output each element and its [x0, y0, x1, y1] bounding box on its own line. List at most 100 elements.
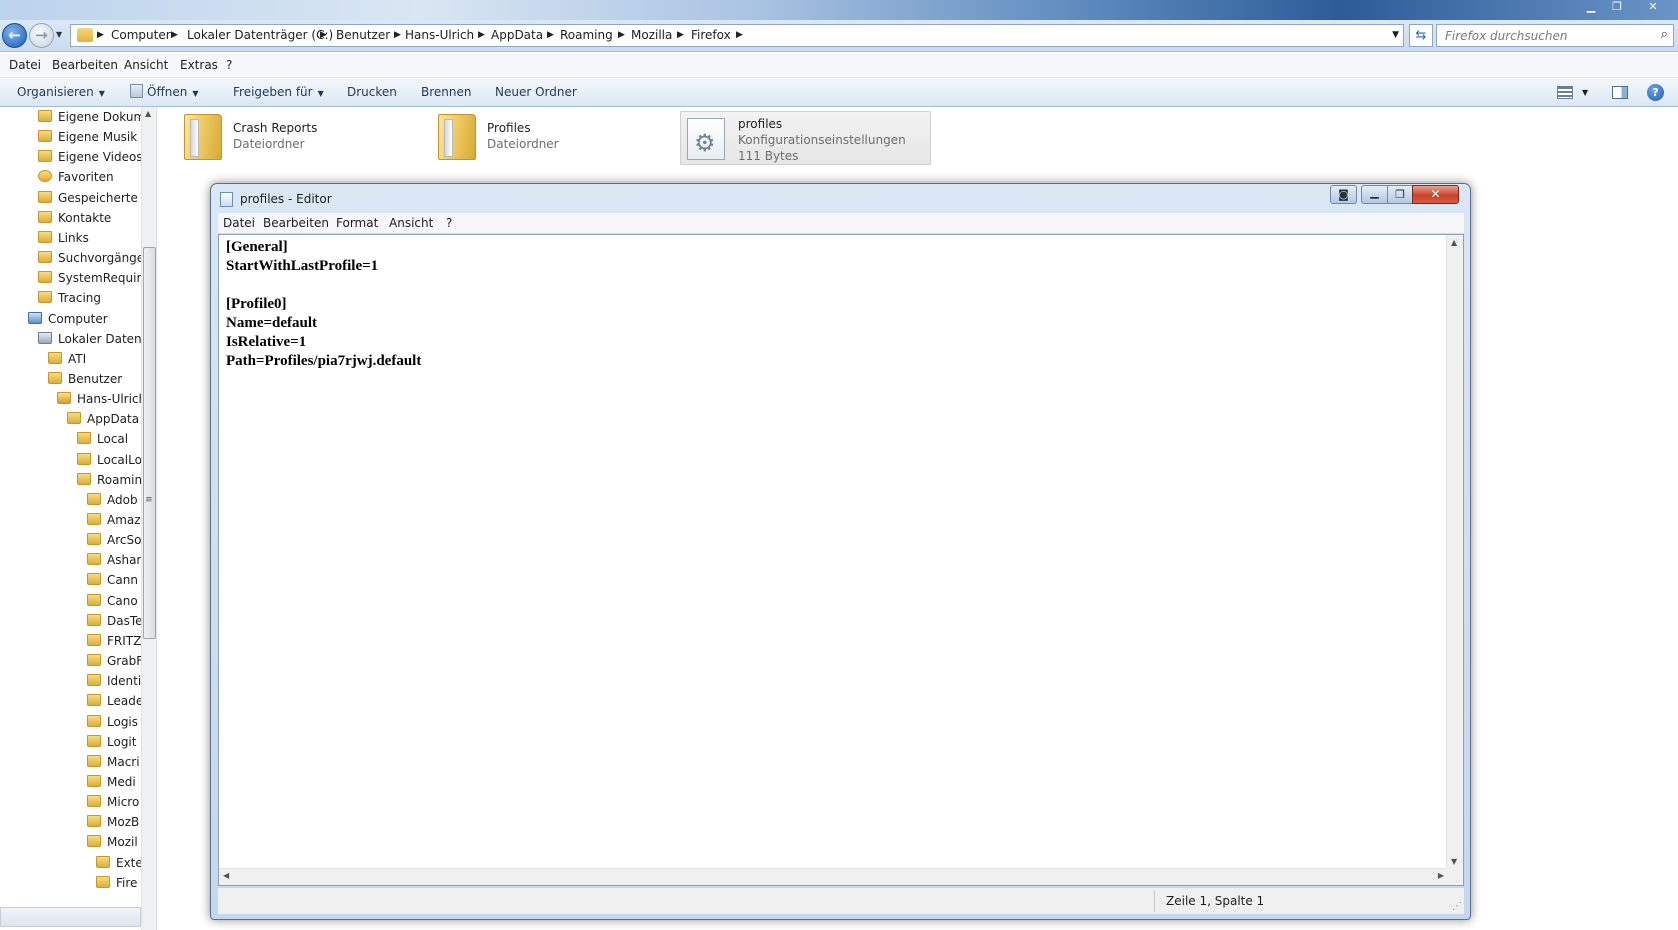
minimize-button[interactable]: ▁	[1361, 185, 1388, 204]
open-button[interactable]: Öffnen ▼	[130, 78, 198, 107]
file-item-crash-reports[interactable]: Crash Reports Dateiordner	[176, 112, 406, 164]
scroll-left-icon[interactable]: ◀	[223, 871, 229, 880]
menu-help[interactable]: ?	[446, 213, 452, 234]
tree-item[interactable]: ArcSo	[87, 530, 141, 551]
breadcrumb-firefox[interactable]: Firefox	[691, 25, 731, 46]
file-item-profiles-ini[interactable]: profiles Konfigurationseinstellungen 111…	[680, 111, 931, 165]
help-icon[interactable]: ?	[1647, 84, 1664, 101]
minimize-button[interactable]: ▁	[1578, 0, 1604, 15]
camera-icon[interactable]: ◙	[1330, 185, 1357, 204]
chevron-right-icon[interactable]: ▶	[478, 25, 485, 46]
scroll-up-icon[interactable]: ▲	[145, 109, 151, 118]
tree-item[interactable]: Kontakte	[38, 208, 141, 229]
tree-item[interactable]: Logis	[87, 712, 141, 733]
breadcrumb-computer[interactable]: Computer	[111, 25, 171, 46]
close-button[interactable]: ✕	[1638, 0, 1668, 15]
tree-item[interactable]: Benutzer	[48, 369, 141, 390]
editor-text[interactable]: [General] StartWithLastProfile=1 [Profil…	[226, 238, 421, 371]
menu-bearbeiten[interactable]: Bearbeiten	[263, 213, 329, 234]
scroll-right-icon[interactable]: ▶	[1438, 871, 1444, 880]
chevron-right-icon[interactable]: ▶	[618, 25, 625, 46]
text-editor-area[interactable]: [General] StartWithLastProfile=1 [Profil…	[218, 234, 1464, 886]
chevron-right-icon[interactable]: ▶	[547, 25, 554, 46]
forward-button[interactable]: →	[29, 23, 54, 48]
tree-item[interactable]: Tracing	[38, 288, 141, 309]
tree-item[interactable]: LocalLo	[77, 450, 141, 471]
breadcrumb-roaming[interactable]: Roaming	[560, 25, 613, 46]
nav-scrollbar[interactable]: ▲ ≡	[141, 107, 156, 930]
chevron-right-icon[interactable]: ▶	[97, 25, 104, 46]
file-item-profiles-folder[interactable]: Profiles Dateiordner	[430, 112, 660, 164]
tree-item[interactable]: Gespeicherte Sp	[38, 188, 141, 209]
tree-item[interactable]: Hans-Ulrich	[57, 389, 141, 410]
chevron-right-icon[interactable]: ▶	[320, 25, 327, 46]
tree-item[interactable]: Fire	[96, 873, 141, 894]
breadcrumb-mozilla[interactable]: Mozilla	[631, 25, 672, 46]
tree-item[interactable]: AppData	[67, 409, 141, 430]
menu-extras[interactable]: Extras	[180, 53, 218, 78]
address-history-dropdown[interactable]: ▼	[1392, 25, 1399, 46]
tree-item[interactable]: Logit	[87, 732, 141, 753]
tree-item[interactable]: DasTe	[87, 611, 141, 632]
search-input[interactable]	[1437, 25, 1647, 46]
chevron-right-icon[interactable]: ▶	[394, 25, 401, 46]
tree-item[interactable]: Macri	[87, 752, 141, 773]
print-button[interactable]: Drucken	[347, 78, 397, 107]
tree-item[interactable]: ATI	[48, 349, 141, 370]
scroll-thumb[interactable]	[143, 247, 156, 639]
chevron-down-icon[interactable]: ▼	[1582, 78, 1588, 107]
tree-item[interactable]: Exte	[96, 853, 141, 874]
tree-item[interactable]: FRITZ	[87, 631, 141, 652]
tree-item[interactable]: Computer	[28, 309, 141, 330]
recent-pages-dropdown[interactable]: ▼	[56, 30, 62, 39]
tree-item[interactable]: Cann	[87, 570, 141, 591]
search-icon[interactable]: ⌕	[1661, 27, 1668, 42]
refresh-button[interactable]: ⇆	[1409, 24, 1433, 47]
back-button[interactable]: ←	[2, 23, 27, 48]
preview-pane-icon[interactable]	[1612, 86, 1628, 99]
breadcrumb-drive[interactable]: Lokaler Datenträger (C:)	[187, 25, 333, 46]
tree-item[interactable]: MozB	[87, 812, 141, 833]
menu-ansicht[interactable]: Ansicht	[389, 213, 433, 234]
tree-item[interactable]: Mozil	[87, 832, 141, 853]
tree-item[interactable]: Amaz	[87, 510, 141, 531]
burn-button[interactable]: Brennen	[421, 78, 471, 107]
menu-format[interactable]: Format	[336, 213, 378, 234]
chevron-right-icon[interactable]: ▶	[677, 25, 684, 46]
tree-item[interactable]: Medi	[87, 772, 141, 793]
horizontal-scrollbar[interactable]: ◀ ▶	[219, 868, 1448, 885]
tree-item[interactable]: GrabF	[87, 651, 141, 672]
menu-ansicht[interactable]: Ansicht	[124, 53, 168, 78]
notepad-window[interactable]: profiles - Editor ◙ ▁ ❐ ✕ Datei Bearbeit…	[210, 183, 1471, 920]
breadcrumb-benutzer[interactable]: Benutzer	[336, 25, 390, 46]
tree-item[interactable]: Cano	[87, 591, 141, 612]
address-bar[interactable]: ▶ Computer ▶ Lokaler Datenträger (C:) ▶ …	[70, 24, 1404, 47]
tree-item[interactable]: Leade	[87, 691, 141, 712]
change-view-icon[interactable]	[1557, 86, 1573, 99]
tree-item[interactable]: Identi	[87, 671, 141, 692]
menu-help[interactable]: ?	[226, 53, 232, 78]
tree-item[interactable]: Micro	[87, 792, 141, 813]
resize-grip-icon[interactable]: ⋰	[1452, 901, 1462, 912]
tree-item[interactable]: Local	[77, 429, 141, 450]
scroll-up-icon[interactable]: ▲	[1451, 238, 1457, 247]
menu-datei[interactable]: Datei	[9, 53, 41, 78]
tree-item[interactable]: Roamin	[77, 470, 141, 491]
breadcrumb-appdata[interactable]: AppData	[491, 25, 543, 46]
tree-item[interactable]: Lokaler Datentr	[38, 329, 141, 350]
maximize-button[interactable]: ❐	[1387, 185, 1413, 204]
close-button[interactable]: ✕	[1412, 185, 1459, 204]
chevron-right-icon[interactable]: ▶	[736, 25, 743, 46]
tree-item[interactable]: SystemRequire	[38, 268, 141, 289]
chevron-right-icon[interactable]: ▶	[171, 25, 178, 46]
tree-item[interactable]: Eigene Videos	[38, 147, 141, 168]
tree-item[interactable]: Ashar	[87, 550, 141, 571]
scroll-down-icon[interactable]: ▼	[1451, 857, 1457, 866]
tree-item[interactable]: Suchvorgänge	[38, 248, 141, 269]
tree-item[interactable]: Eigene Musik	[38, 127, 141, 148]
tree-item[interactable]: Adob	[87, 490, 141, 511]
organize-button[interactable]: Organisieren ▼	[17, 78, 105, 107]
new-folder-button[interactable]: Neuer Ordner	[495, 78, 577, 107]
search-box[interactable]: ⌕	[1436, 24, 1674, 47]
vertical-scrollbar[interactable]: ▲ ▼	[1446, 235, 1463, 869]
